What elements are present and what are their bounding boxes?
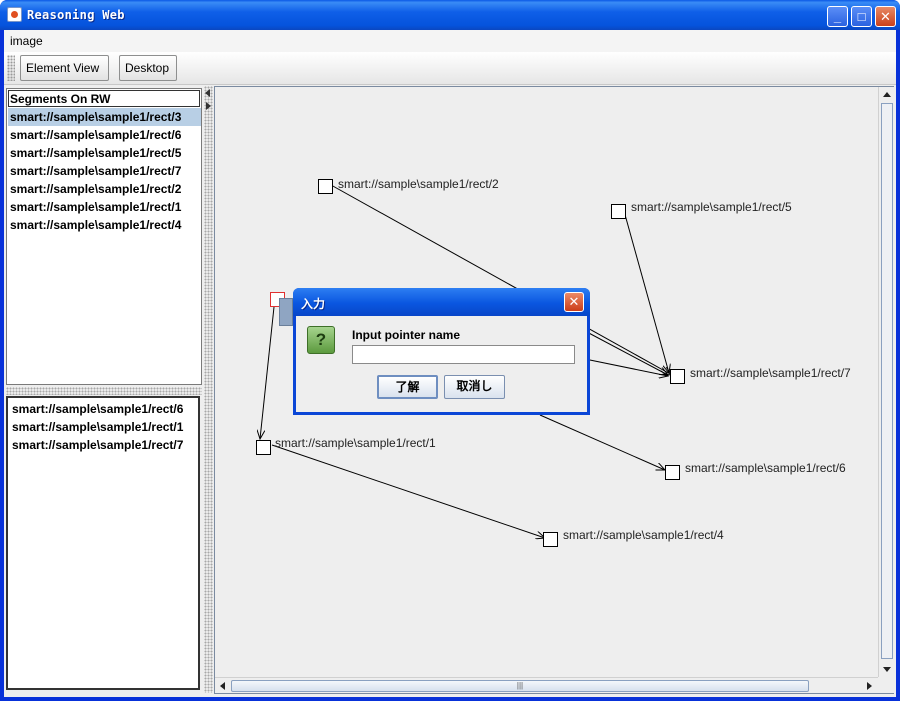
graph-node-rect2[interactable] — [318, 179, 333, 194]
list-item[interactable]: smart://sample\sample1/rect/6 — [10, 400, 196, 418]
list-item[interactable]: smart://sample\sample1/rect/1 — [10, 418, 196, 436]
scroll-up-icon[interactable] — [883, 92, 891, 97]
maximize-icon: □ — [857, 9, 866, 24]
desktop-button[interactable]: Desktop — [119, 55, 177, 81]
graph-node-rect7[interactable] — [670, 369, 685, 384]
vertical-scrollbar[interactable] — [878, 87, 894, 677]
vertical-split-divider[interactable] — [204, 86, 213, 693]
graph-node-label: smart://sample\sample1/rect/7 — [690, 366, 851, 380]
graph-node-label: smart://sample\sample1/rect/4 — [563, 528, 724, 542]
list-item[interactable]: smart://sample\sample1/rect/4 — [8, 216, 201, 234]
minimize-button[interactable]: _ — [827, 6, 848, 27]
scroll-right-icon[interactable] — [867, 682, 872, 690]
dialog-close-button[interactable]: ✕ — [564, 292, 584, 312]
scroll-left-icon[interactable] — [220, 682, 225, 690]
element-view-button[interactable]: Element View — [20, 55, 109, 81]
toolbar-grip[interactable] — [7, 55, 15, 81]
horizontal-scrollbar[interactable]: ||| — [215, 677, 878, 693]
graph-node-rect1[interactable] — [256, 440, 271, 455]
maximize-button[interactable]: □ — [851, 6, 872, 27]
list-item[interactable]: smart://sample\sample1/rect/6 — [8, 126, 201, 144]
cancel-button[interactable]: 取消し — [444, 375, 505, 399]
dialog-body: ? Input pointer name 了解 取消し — [296, 316, 587, 412]
window-title: Reasoning Web — [27, 8, 125, 22]
horizontal-split-divider[interactable] — [6, 387, 202, 395]
close-icon: ✕ — [880, 9, 891, 24]
popup-menu-edge — [279, 298, 293, 326]
graph-node-label: smart://sample\sample1/rect/1 — [275, 436, 436, 450]
minimize-icon: _ — [833, 9, 842, 24]
dialog-title: 入力 — [301, 297, 326, 311]
edge-rect5-rect7 — [623, 210, 669, 373]
left-panel: Segments On RW smart://sample\sample1/re… — [4, 86, 204, 693]
list-item[interactable]: smart://sample\sample1/rect/7 — [8, 162, 201, 180]
pointer-name-input[interactable] — [352, 345, 575, 364]
graph-node-label: smart://sample\sample1/rect/6 — [685, 461, 846, 475]
menu-image[interactable]: image — [10, 34, 43, 48]
list-item[interactable]: smart://sample\sample1/rect/2 — [8, 180, 201, 198]
pointer-name-label: Input pointer name — [352, 328, 460, 342]
scroll-down-icon[interactable] — [883, 667, 891, 672]
question-icon: ? — [307, 326, 335, 354]
edge-rect3-rect1 — [260, 306, 275, 439]
edge-rect3-rect7b — [584, 358, 668, 376]
related-segments-list[interactable]: smart://sample\sample1/rect/6 smart://sa… — [6, 396, 200, 690]
menu-bar: image — [4, 30, 896, 52]
segments-list-header: Segments On RW — [8, 90, 200, 107]
edge-rect1-rect4 — [271, 444, 545, 538]
app-window: Reasoning Web _ □ ✕ image Element View D… — [0, 0, 900, 701]
list-item[interactable]: smart://sample\sample1/rect/5 — [8, 144, 201, 162]
list-item[interactable]: smart://sample\sample1/rect/7 — [10, 436, 196, 454]
collapse-left-icon[interactable] — [205, 89, 210, 97]
close-button[interactable]: ✕ — [875, 6, 896, 27]
list-item[interactable]: smart://sample\sample1/rect/1 — [8, 198, 201, 216]
list-item[interactable]: smart://sample\sample1/rect/3 — [8, 108, 201, 126]
graph-node-label: smart://sample\sample1/rect/2 — [338, 177, 499, 191]
horizontal-scroll-thumb[interactable]: ||| — [231, 680, 809, 692]
close-icon: ✕ — [568, 294, 580, 309]
title-bar[interactable]: Reasoning Web _ □ ✕ — [0, 0, 900, 30]
ok-button[interactable]: 了解 — [377, 375, 438, 399]
vertical-scroll-thumb[interactable] — [881, 103, 893, 659]
graph-node-rect4[interactable] — [543, 532, 558, 547]
scroll-corner — [878, 677, 894, 693]
segments-list[interactable]: Segments On RW smart://sample\sample1/re… — [6, 88, 202, 385]
java-cup-icon — [7, 7, 22, 22]
input-dialog: 入力 ✕ ? Input pointer name 了解 取消し — [293, 288, 590, 415]
toolbar: Element View Desktop — [4, 52, 896, 85]
expand-right-icon[interactable] — [206, 102, 211, 110]
edge-rect3-rect6 — [539, 414, 665, 470]
edge-rect3-rect7a — [584, 330, 668, 375]
graph-node-rect6[interactable] — [665, 465, 680, 480]
graph-node-label: smart://sample\sample1/rect/5 — [631, 200, 792, 214]
graph-node-rect5[interactable] — [611, 204, 626, 219]
dialog-title-bar[interactable]: 入力 ✕ — [293, 288, 590, 316]
